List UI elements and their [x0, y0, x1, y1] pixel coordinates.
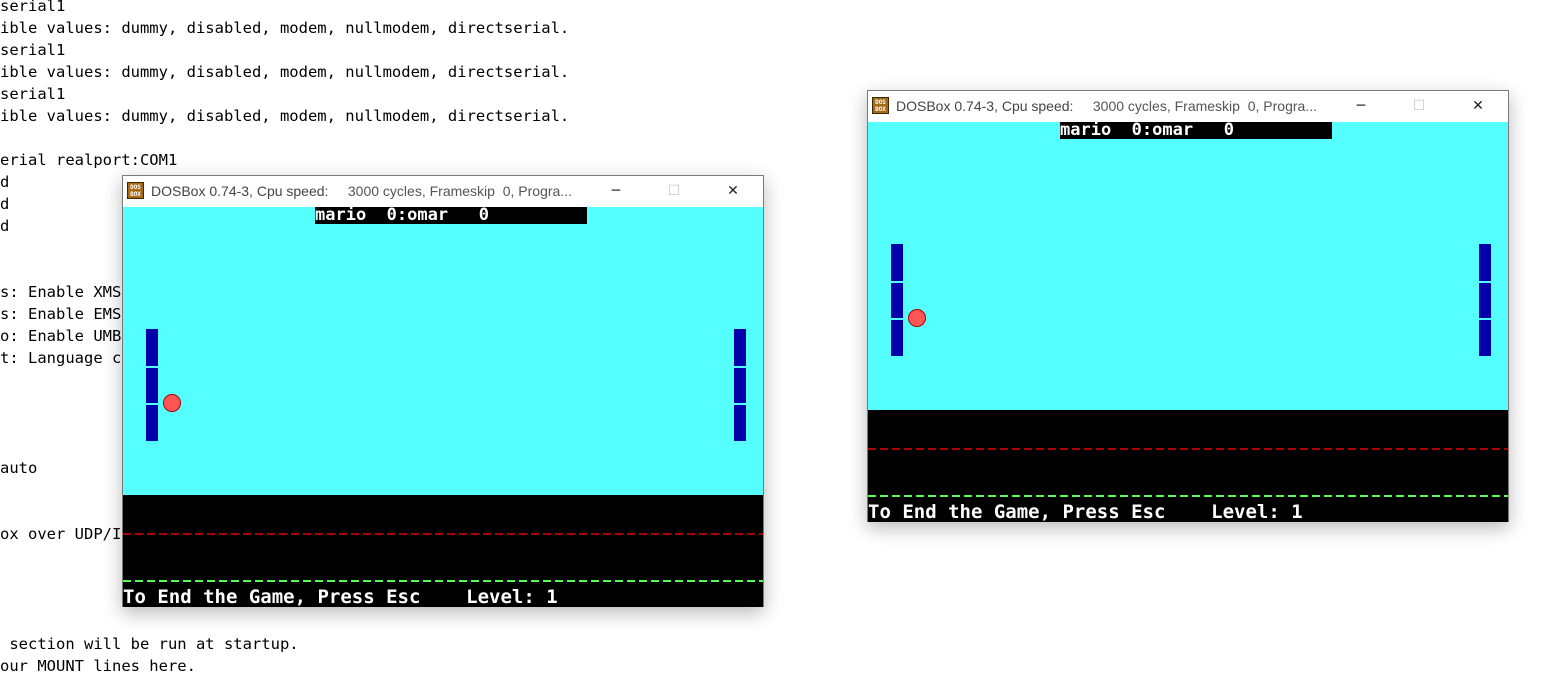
bg-line: s: Enable XMS — [0, 283, 122, 301]
title-bar[interactable]: DOS BOX DOSBox 0.74-3, Cpu speed: 3000 c… — [123, 176, 763, 207]
score-display: mario 0:omar 0 — [315, 207, 587, 224]
bg-line: ible values: dummy, disabled, modem, nul… — [0, 63, 570, 81]
bg-line: d — [0, 217, 10, 235]
window-title: DOSBox 0.74-3, Cpu speed: 3000 cycles, F… — [151, 183, 572, 199]
bg-line: erial realport:COM1 — [0, 151, 178, 169]
bg-line: ible values: dummy, disabled, modem, nul… — [0, 107, 570, 125]
paddle-segment-divider — [734, 366, 746, 368]
maximize-button[interactable]: ☐ — [1396, 91, 1442, 122]
dosbox-window-1[interactable]: DOS BOX DOSBox 0.74-3, Cpu speed: 3000 c… — [122, 175, 764, 607]
play-field — [123, 207, 763, 495]
bg-line: our MOUNT lines here. — [0, 657, 196, 675]
bg-line: o: Enable UMB — [0, 327, 122, 345]
right-paddle — [1479, 244, 1491, 356]
bg-line: t: Language c — [0, 349, 122, 367]
bg-line: ox over UDP/I — [0, 525, 122, 543]
dosbox-window-2[interactable]: DOS BOX DOSBox 0.74-3, Cpu speed: 3000 c… — [867, 90, 1509, 522]
dosbox-app-icon[interactable]: DOS BOX — [872, 97, 889, 114]
bg-line: ible values: dummy, disabled, modem, nul… — [0, 19, 570, 37]
paddle-segment-divider — [146, 366, 158, 368]
minimize-button[interactable]: ─ — [1338, 91, 1384, 122]
ball — [908, 309, 926, 327]
paddle-segment-divider — [1479, 318, 1491, 320]
status-line: To End the Game, Press Esc Level: 1 — [868, 501, 1303, 522]
red-dashed-line — [868, 448, 1508, 450]
paddle-segment-divider — [891, 281, 903, 283]
maximize-button[interactable]: ☐ — [651, 176, 697, 207]
green-dashed-line — [123, 580, 763, 582]
bg-line: s: Enable EMS — [0, 305, 122, 323]
close-button[interactable]: ✕ — [710, 176, 756, 207]
close-button[interactable]: ✕ — [1455, 91, 1501, 122]
green-dashed-line — [868, 495, 1508, 497]
bg-line: d — [0, 173, 10, 191]
status-line: To End the Game, Press Esc Level: 1 — [123, 586, 558, 607]
left-paddle — [891, 244, 903, 356]
paddle-segment-divider — [146, 403, 158, 405]
window-title: DOSBox 0.74-3, Cpu speed: 3000 cycles, F… — [896, 98, 1317, 114]
bg-line: d — [0, 195, 10, 213]
play-field — [868, 122, 1508, 410]
bg-line: section will be run at startup. — [0, 635, 299, 653]
bg-line: serial1 — [0, 85, 66, 103]
game-screen[interactable]: mario 0:omar 0 To End the Game, Press Es… — [868, 122, 1508, 522]
minimize-button[interactable]: ─ — [593, 176, 639, 207]
game-screen[interactable]: mario 0:omar 0 To End the Game, Press Es… — [123, 207, 763, 607]
title-bar[interactable]: DOS BOX DOSBox 0.74-3, Cpu speed: 3000 c… — [868, 91, 1508, 122]
paddle-segment-divider — [1479, 281, 1491, 283]
bg-line: serial1 — [0, 0, 66, 15]
ball — [163, 394, 181, 412]
paddle-segment-divider — [734, 403, 746, 405]
bg-line: serial1 — [0, 41, 66, 59]
right-paddle — [734, 329, 746, 441]
paddle-segment-divider — [891, 318, 903, 320]
score-display: mario 0:omar 0 — [1060, 122, 1332, 139]
dosbox-app-icon[interactable]: DOS BOX — [127, 182, 144, 199]
bg-line: auto — [0, 459, 38, 477]
red-dashed-line — [123, 533, 763, 535]
left-paddle — [146, 329, 158, 441]
